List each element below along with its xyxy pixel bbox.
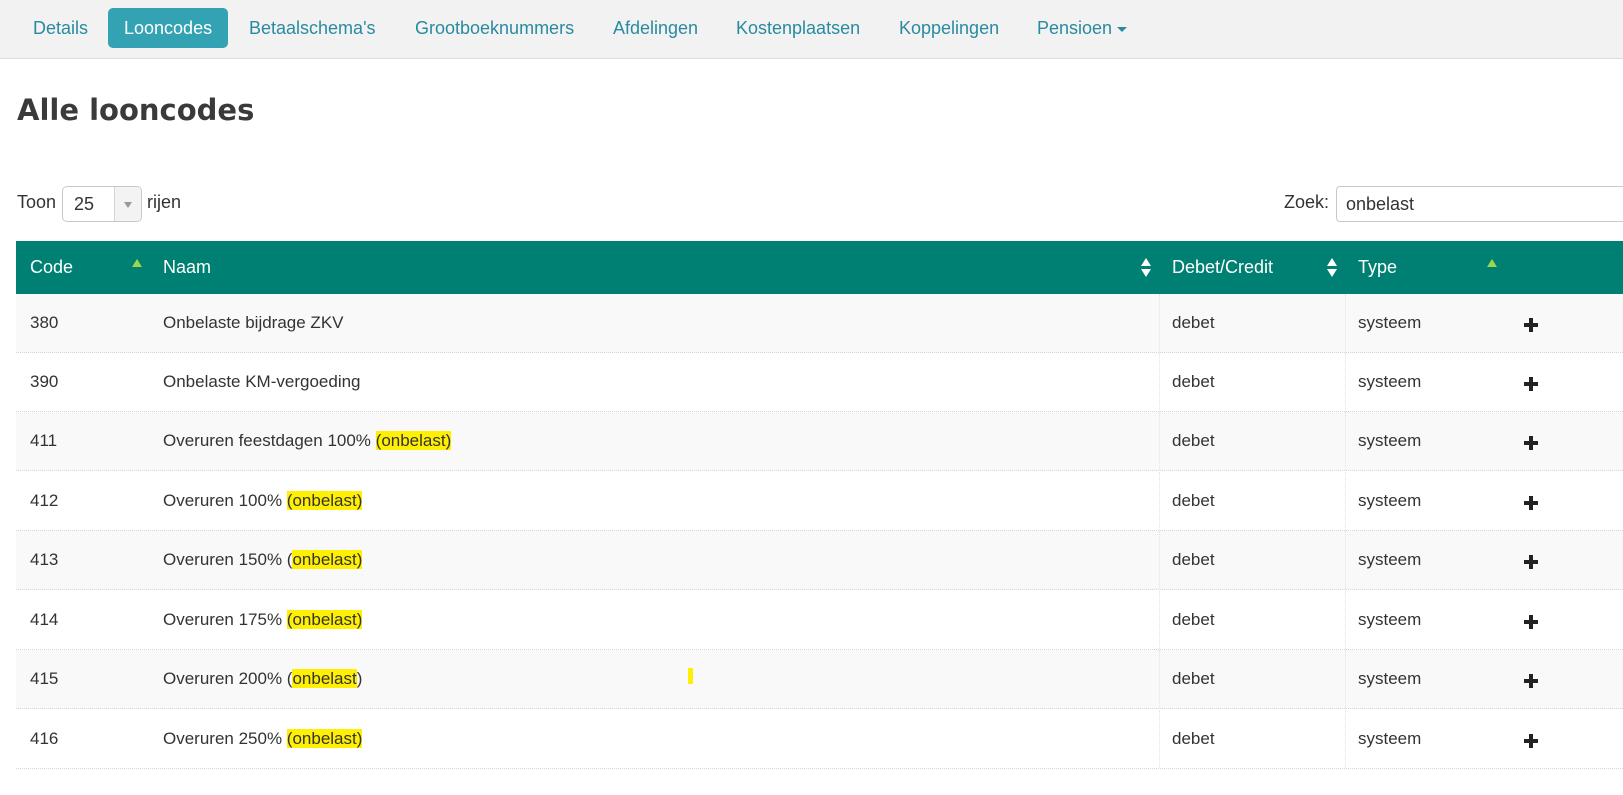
page-title: Alle looncodes xyxy=(17,93,255,127)
plus-icon[interactable] xyxy=(1524,674,1538,688)
column-header-debet-credit[interactable]: Debet/Credit xyxy=(1172,241,1273,294)
cell-code: 390 xyxy=(30,372,59,391)
table-row[interactable]: 411 Overuren feestdagen 100% (onbelast) … xyxy=(16,412,1623,471)
cell-code: 413 xyxy=(30,550,59,569)
naam-text: Overuren 100% xyxy=(163,491,287,510)
rows-per-page-select[interactable]: 25 xyxy=(62,186,142,222)
cell-type: systeem xyxy=(1358,372,1422,391)
search-highlight: (onbelast) xyxy=(286,491,363,510)
naam-text: ) xyxy=(356,669,363,688)
plus-icon[interactable] xyxy=(1524,496,1538,510)
plus-icon[interactable] xyxy=(1524,555,1538,569)
table-row[interactable]: 413 Overuren 150% (onbelast) debet syste… xyxy=(16,531,1623,590)
cell-naam: Overuren 250% (onbelast) xyxy=(163,710,363,769)
cell-naam: Overuren 150% (onbelast) xyxy=(163,531,363,590)
plus-icon[interactable] xyxy=(1524,615,1538,629)
search-input[interactable] xyxy=(1336,186,1623,222)
cell-type: systeem xyxy=(1358,491,1422,510)
tab-afdelingen[interactable]: Afdelingen xyxy=(597,8,714,48)
cell-type: systeem xyxy=(1358,669,1422,688)
table-row[interactable]: 414 Overuren 175% (onbelast) debet syste… xyxy=(16,591,1623,650)
cell-type: systeem xyxy=(1358,550,1422,569)
column-header-type[interactable]: Type xyxy=(1358,241,1397,294)
tab-looncodes[interactable]: Looncodes xyxy=(108,8,229,48)
cell-naam: Overuren 175% (onbelast) xyxy=(163,591,363,650)
tab-pensioen-dropdown[interactable]: Pensioen xyxy=(1021,8,1143,48)
naam-text: Overuren 200% ( xyxy=(163,669,293,688)
table-row[interactable]: 380 Onbelaste bijdrage ZKV debet systeem xyxy=(16,294,1623,353)
naam-text: Overuren 250% xyxy=(163,729,287,748)
cell-naam: Onbelaste bijdrage ZKV xyxy=(163,313,344,332)
rows-per-page-value: 25 xyxy=(74,194,95,214)
cell-naam: Onbelaste KM-vergoeding xyxy=(163,372,361,391)
tab-koppelingen[interactable]: Koppelingen xyxy=(883,8,1015,48)
cell-code: 416 xyxy=(30,729,59,748)
length-suffix-label: rijen xyxy=(147,192,182,212)
chevron-down-icon xyxy=(124,202,132,208)
cell-type: systeem xyxy=(1358,431,1422,450)
table-row[interactable]: 416 Overuren 250% (onbelast) debet syste… xyxy=(16,710,1623,769)
cell-naam: Overuren 100% (onbelast) xyxy=(163,472,363,531)
cell-debet-credit: debet xyxy=(1172,313,1215,332)
table-row[interactable]: 390 Onbelaste KM-vergoeding debet systee… xyxy=(16,353,1623,412)
plus-icon[interactable] xyxy=(1524,436,1538,450)
search-highlight: (onbelast) xyxy=(286,610,363,629)
top-navigation: Details Looncodes Betaalschema's Grootbo… xyxy=(0,0,1623,59)
search-highlight: onbelast) xyxy=(292,550,363,569)
search-highlight: (onbelast) xyxy=(375,431,452,450)
cell-code: 411 xyxy=(30,431,58,450)
cell-code: 415 xyxy=(30,669,59,688)
tab-details[interactable]: Details xyxy=(17,8,104,48)
plus-icon[interactable] xyxy=(1524,318,1538,332)
search-label: Zoek: xyxy=(1284,192,1330,212)
plus-icon[interactable] xyxy=(1524,734,1538,748)
tab-pensioen-label: Pensioen xyxy=(1037,18,1113,38)
sort-both-icon xyxy=(1141,258,1151,278)
cell-debet-credit: debet xyxy=(1172,550,1215,569)
cell-debet-credit: debet xyxy=(1172,669,1215,688)
column-header-naam[interactable]: Naam xyxy=(163,241,211,294)
naam-text: Overuren feestdagen 100% xyxy=(163,431,376,450)
tab-betaalschemas[interactable]: Betaalschema's xyxy=(233,8,392,48)
sort-ascending-icon xyxy=(1487,259,1497,267)
cell-type: systeem xyxy=(1358,729,1422,748)
naam-text: Overuren 150% ( xyxy=(163,550,293,569)
cell-debet-credit: debet xyxy=(1172,610,1215,629)
sort-both-icon xyxy=(1327,258,1337,278)
tab-kostenplaatsen[interactable]: Kostenplaatsen xyxy=(720,8,876,48)
table-row[interactable]: 415 Overuren 200% (onbelast) debet syste… xyxy=(16,650,1623,709)
cell-naam: Overuren feestdagen 100% (onbelast) xyxy=(163,412,452,471)
search-highlight: (onbelast) xyxy=(286,729,363,748)
cell-debet-credit: debet xyxy=(1172,729,1215,748)
column-header-code[interactable]: Code xyxy=(30,241,73,294)
cell-type: systeem xyxy=(1358,610,1422,629)
caret-down-icon xyxy=(1117,26,1128,32)
cell-type: systeem xyxy=(1358,313,1422,332)
cell-code: 412 xyxy=(30,491,59,510)
cell-debet-credit: debet xyxy=(1172,372,1215,391)
length-prefix-label: Toon xyxy=(17,192,57,212)
table-header: Code Naam Debet/Credit Type xyxy=(16,241,1623,294)
sort-ascending-icon xyxy=(132,259,142,267)
tab-grootboeknummers[interactable]: Grootboeknummers xyxy=(399,8,590,48)
cell-code: 414 xyxy=(30,610,59,629)
naam-text: Overuren 175% xyxy=(163,610,287,629)
cell-naam: Overuren 200% (onbelast) xyxy=(163,650,362,709)
cell-code: 380 xyxy=(30,313,59,332)
plus-icon[interactable] xyxy=(1524,377,1538,391)
search-highlight: onbelast xyxy=(292,669,357,688)
text-cursor-mark xyxy=(688,668,693,684)
cell-debet-credit: debet xyxy=(1172,431,1215,450)
select-arrow-button[interactable] xyxy=(114,187,141,221)
cell-debet-credit: debet xyxy=(1172,491,1215,510)
table-row[interactable]: 412 Overuren 100% (onbelast) debet syste… xyxy=(16,472,1623,531)
